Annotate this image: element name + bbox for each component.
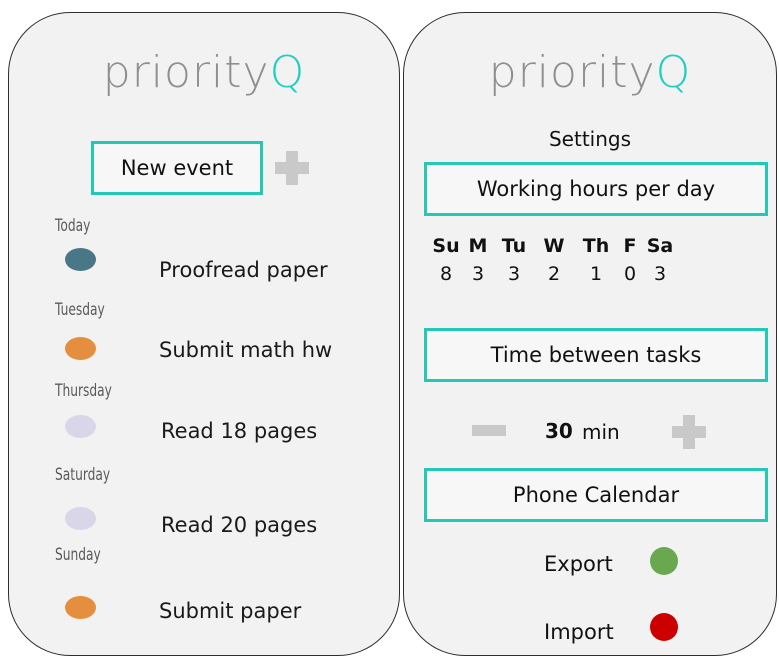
app-logo: priorityQ bbox=[488, 47, 692, 98]
working-hours-label: Working hours per day bbox=[476, 177, 716, 201]
event-task[interactable]: Read 18 pages bbox=[161, 418, 317, 444]
weekday-m: M bbox=[468, 235, 488, 257]
day-label: Saturday bbox=[55, 465, 111, 485]
event-task[interactable]: Submit paper bbox=[159, 598, 301, 624]
events-screen: priorityQ New event Today Proofread pape… bbox=[8, 12, 400, 656]
day-label: Thursday bbox=[55, 381, 112, 401]
new-event-label: New event bbox=[120, 156, 234, 180]
app-logo: priorityQ bbox=[102, 47, 306, 98]
settings-title: Settings bbox=[548, 127, 632, 151]
time-between-label: Time between tasks bbox=[490, 343, 702, 367]
settings-screen: priorityQ Settings Working hours per day… bbox=[403, 12, 777, 656]
time-between-unit: min bbox=[582, 420, 620, 444]
working-hours-header: Working hours per day bbox=[424, 162, 768, 216]
hours-sa[interactable]: 3 bbox=[640, 263, 680, 285]
event-task[interactable]: Submit math hw bbox=[159, 337, 349, 363]
minus-icon[interactable] bbox=[472, 425, 506, 436]
day-label: Sunday bbox=[55, 545, 101, 565]
weekday-tu: Tu bbox=[501, 235, 527, 257]
event-color-dot bbox=[65, 337, 96, 360]
phone-calendar-header: Phone Calendar bbox=[424, 468, 768, 522]
event-color-dot bbox=[65, 596, 96, 619]
time-between-value: 30 bbox=[545, 419, 573, 443]
import-label: Import bbox=[544, 620, 614, 644]
weekday-sa: Sa bbox=[646, 235, 674, 257]
new-event-button[interactable]: New event bbox=[91, 141, 263, 195]
hours-tu[interactable]: 3 bbox=[494, 263, 534, 285]
export-label: Export bbox=[544, 552, 613, 576]
event-color-dot bbox=[65, 248, 96, 271]
event-color-dot bbox=[65, 415, 96, 438]
event-task[interactable]: Read 20 pages bbox=[161, 512, 317, 538]
import-button[interactable] bbox=[650, 613, 678, 641]
time-between-header: Time between tasks bbox=[424, 328, 768, 382]
hours-m[interactable]: 3 bbox=[458, 263, 498, 285]
plus-icon[interactable] bbox=[672, 415, 706, 449]
event-task[interactable]: Proofread paper bbox=[159, 257, 328, 283]
phone-calendar-label: Phone Calendar bbox=[512, 483, 680, 507]
weekday-w: W bbox=[543, 235, 565, 257]
day-label: Today bbox=[55, 216, 91, 236]
export-button[interactable] bbox=[650, 547, 678, 575]
day-label: Tuesday bbox=[55, 300, 105, 320]
event-color-dot bbox=[65, 507, 96, 530]
plus-icon[interactable] bbox=[275, 151, 309, 185]
hours-w[interactable]: 2 bbox=[534, 263, 574, 285]
